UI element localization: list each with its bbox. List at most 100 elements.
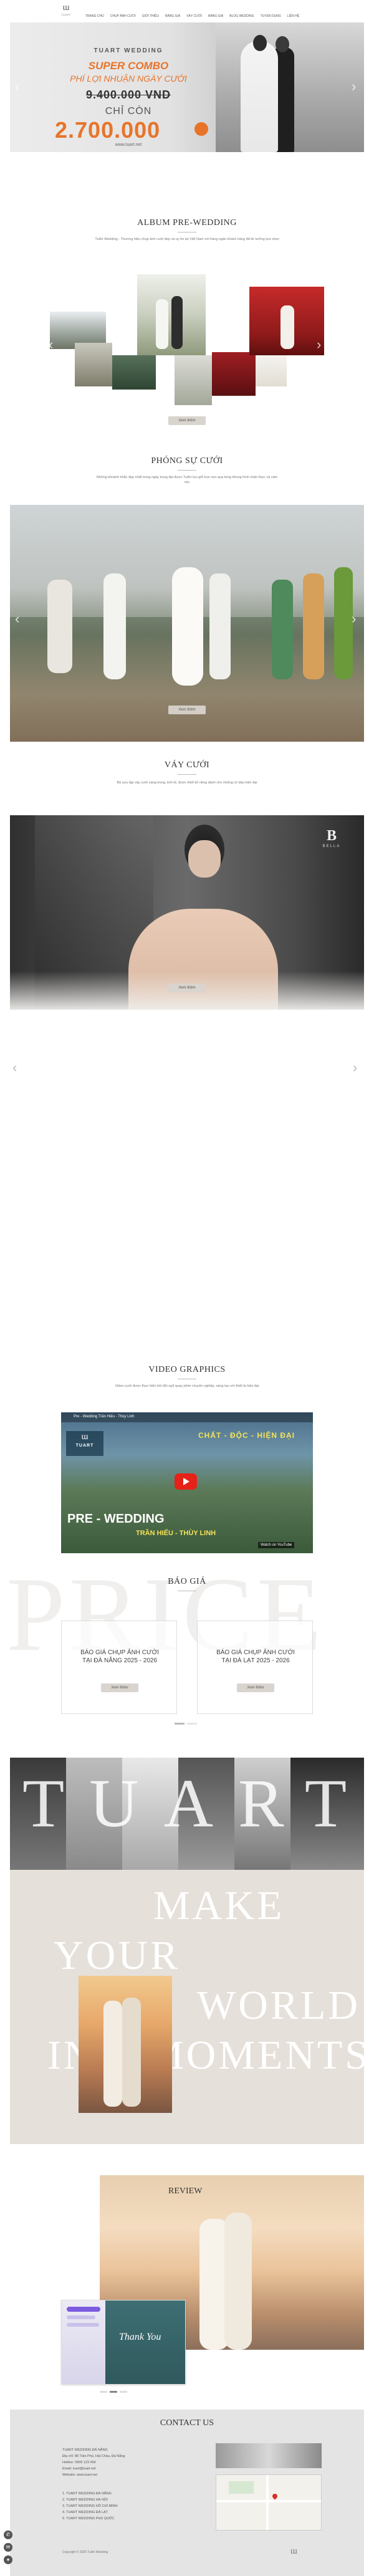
map-pin-icon [271,2492,279,2500]
moments-your: YOUR [54,1933,181,1978]
video-play-button[interactable] [175,1473,197,1490]
price-card-1-button[interactable]: Xem thêm [101,1683,138,1692]
review-dots [100,2391,137,2393]
hero-banner: TUART WEDDING SUPER COMBO PHÍ LỢI NHUẬN … [10,22,364,152]
hero-old-price: 9.400.000 VND [85,89,171,101]
dress-more-button[interactable]: Xem thêm [168,984,206,992]
branch-link[interactable]: 1. TUART WEDDING ĐÀ NẴNG [62,2491,187,2497]
youtube-watch-link[interactable]: Watch on YouTube [258,1542,295,1548]
album-photo-7[interactable] [249,287,324,355]
play-icon [183,1478,189,1485]
contact-map[interactable] [216,2474,322,2531]
hero-website[interactable]: www.tuart.net [47,143,209,147]
messenger-icon: ● [6,2557,10,2562]
hero-next-arrow[interactable]: › [352,79,356,95]
review-card[interactable]: Thank You [61,2300,186,2385]
price-card-1[interactable]: BÁO GIÁ CHỤP ẢNH CƯỚI TẠI ĐÀ NẴNG 2025 -… [61,1621,177,1714]
nav-item-0[interactable]: TRANG CHỦ [85,14,104,18]
hero-price: 2.700.000 [55,117,161,143]
album-title: ALBUM PRE-WEDDING [137,218,237,227]
album-prev-arrow[interactable]: ‹ [49,337,53,353]
branch-link[interactable]: 5. TUART WEDDING PHÚ QUỐC [62,2516,187,2522]
price-card-2-button[interactable]: Xem thêm [237,1683,274,1692]
dress-badge-name: BELLA [322,845,341,848]
album-photo-5[interactable] [175,355,212,405]
contact-line: TUART WEDDING ĐÀ NẴNG [62,2448,108,2452]
video-title: VIDEO GRAPHICS [148,1365,226,1374]
branch-link[interactable]: 3. TUART WEDDING HỒ CHÍ MINH [62,2503,187,2509]
moments-world: WORLD [197,1983,360,2028]
site-header: ɯ TUART TRANG CHỦ CHỤP ẢNH CƯỚI GIỚI THIỆU… [0,0,374,22]
video-desc: Video cưới được thực hiện bởi đội ngũ qu… [115,1384,259,1388]
studio-desc: Những khoảnh khắc đẹp nhất trong ngày tr… [96,476,278,484]
studio-more-button[interactable]: Xem thêm [168,706,206,714]
tuart-banner-text: TUART [22,1765,364,1841]
album-desc: TuArt Wedding - Thương hiệu chụp ảnh cướ… [95,237,279,241]
moments-banner: MAKE YOUR WORLD IN MOMENTS [10,1870,364,2144]
blank-slider-next-arrow[interactable]: › [353,1060,357,1076]
studio-next-arrow[interactable]: › [352,611,356,627]
hero-subtitle: PHÍ LỢI NHUẬN NGÀY CƯỚI [70,74,187,84]
album-next-arrow[interactable]: › [317,337,321,353]
nav-item-4[interactable]: VÁY CƯỚI [186,14,202,18]
dress-divider [178,774,196,775]
review-dot-1[interactable] [100,2391,107,2393]
price-card-2-title: BÁO GIÁ CHỤP ẢNH CƯỚI TẠI ĐÀ LẠT 2025 - … [216,1649,295,1664]
review-title: REVIEW [168,2186,203,2196]
logo[interactable]: ɯ TUART [60,3,72,19]
album-photo-4[interactable] [112,355,156,390]
float-phone-button[interactable]: ✆ [4,2531,12,2539]
nav-item-6[interactable]: BLOG WEDDING [229,14,254,18]
dress-desc: Bộ sưu tập váy cưới sang trọng, tinh tế,… [117,781,257,785]
contact-line: Địa chỉ: 88 Trần Phú, Hải Châu, Đà Nẵng [62,2454,125,2458]
nav-item-2[interactable]: GIỚI THIỆU [142,14,159,18]
album-more-button[interactable]: Xem thêm [168,416,206,425]
pricing-dot-2[interactable] [187,1723,197,1725]
nav-item-8[interactable]: LIÊN HỆ [287,14,299,18]
hero-brand: TUART WEDDING [94,47,163,54]
float-messenger-button[interactable]: ● [4,2555,12,2564]
branch-link[interactable]: 2. TUART WEDDING HÀ NỘI [62,2497,187,2503]
price-card-2[interactable]: BÁO GIÁ CHỤP ẢNH CƯỚI TẠI ĐÀ LẠT 2025 - … [197,1621,313,1714]
video-player[interactable]: Pre - Wedding Trần Hiếu - Thùy Linh ɯ TU… [61,1412,313,1553]
hero-prev-arrow[interactable]: ‹ [15,79,19,95]
hero-only: CHỈ CÒN [105,106,152,117]
video-channel-logo: ɯ TUART [66,1431,103,1456]
contact-line: Website: www.tuart.net [62,2473,98,2477]
nav-item-3[interactable]: BẢNG GIÁ [165,14,180,18]
page: ɯ TUART TRANG CHỦ CHỤP ẢNH CƯỚI GIỚI THIỆU… [0,0,374,2576]
pricing-dot-1[interactable] [175,1723,185,1725]
blank-slider-prev-arrow[interactable]: ‹ [12,1060,17,1076]
price-card-1-title: BÁO GIÁ CHỤP ẢNH CƯỚI TẠI ĐÀ NẴNG 2025 -… [80,1649,159,1664]
review-dot-3[interactable] [120,2391,127,2393]
video-channel-name: TUART [75,1444,94,1448]
branch-link[interactable]: 4. TUART WEDDING ĐÀ LẠT [62,2509,187,2516]
studio-photo: ‹ › Xem thêm [10,505,364,742]
video-top-text: Pre - Wedding Trần Hiếu - Thùy Linh [74,1415,135,1419]
dress-badge-letter: B [326,828,337,844]
contact-photo [216,2443,322,2468]
dress-title: VÁY CƯỚI [164,760,210,770]
footer-logo: ɯ [290,2547,297,2556]
album-photo-2[interactable] [75,343,112,386]
studio-prev-arrow[interactable]: ‹ [15,611,19,627]
video-big-title: PRE - WEDDING [67,1512,165,1526]
album-photo-3[interactable] [137,274,206,355]
logo-text: TUART [61,13,71,16]
moments-make: MAKE [153,1883,285,1928]
album-photo-6[interactable] [212,352,256,396]
pricing-dots [175,1723,199,1725]
video-channel-icon: ɯ [81,1432,89,1442]
review-card-text: Thank You [119,2332,161,2342]
album-gallery: ‹ › [49,274,324,405]
album-photo-8[interactable] [256,355,287,386]
moments-couple-photo [79,1976,172,2113]
phone-icon: ✆ [6,2532,11,2537]
nav-item-1[interactable]: CHỤP ẢNH CƯỚI [110,14,136,18]
review-dot-2[interactable] [110,2391,117,2393]
studio-title: PHÓNG SỰ CƯỚI [151,456,223,466]
nav-item-7[interactable]: TUYỂN DỤNG [261,14,281,18]
float-zalo-button[interactable]: ✉ [4,2543,12,2552]
hero-price-badge [194,122,208,136]
nav-item-5[interactable]: BẢNG GIÁ [208,14,223,18]
